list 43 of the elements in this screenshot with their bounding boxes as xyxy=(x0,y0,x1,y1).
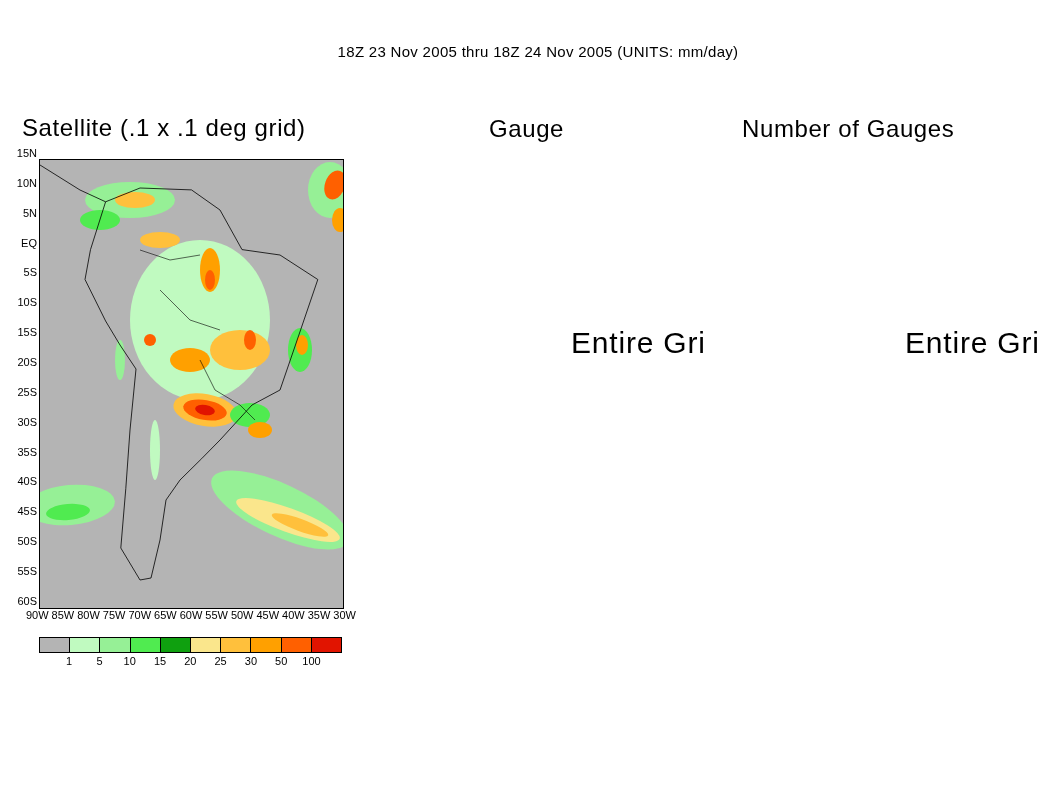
longitude-label: 30W xyxy=(333,609,356,621)
longitude-label: 80W xyxy=(77,609,100,621)
no-data-message: Entire Gri xyxy=(905,326,1041,360)
longitude-label: 70W xyxy=(128,609,152,621)
legend-value-label: 30 xyxy=(243,655,259,667)
latitude-label: 5S xyxy=(23,266,37,279)
longitude-label: 60W xyxy=(179,609,203,621)
latitude-label: 35S xyxy=(17,445,37,458)
panel-title: Satellite (.1 x .1 deg grid) xyxy=(22,115,306,141)
latitude-label: 40S xyxy=(17,475,37,488)
latitude-label: 25S xyxy=(17,385,37,398)
latitude-label: 60S xyxy=(17,594,37,607)
latitude-label: 15S xyxy=(17,326,37,339)
latitude-label: 5N xyxy=(22,206,37,219)
longitude-label: 40W xyxy=(282,609,305,621)
latitude-label: 15N xyxy=(16,147,37,159)
longitude-label: 45W xyxy=(256,609,280,621)
longitude-label: 65W xyxy=(154,609,177,621)
latitude-label: 45S xyxy=(17,505,37,518)
legend-value-label: 100 xyxy=(301,655,322,667)
latitude-label: 55S xyxy=(17,565,37,578)
latitude-label: 10S xyxy=(17,296,37,309)
legend-value-label: 25 xyxy=(213,655,228,667)
longitude-label: 75W xyxy=(102,609,126,621)
legend-value-label: 15 xyxy=(152,655,168,667)
longitude-label: 90W xyxy=(26,609,49,621)
latitude-label: EQ xyxy=(21,236,37,249)
latitude-label: 10N xyxy=(16,176,37,189)
legend-value-label: 5 xyxy=(95,655,104,667)
plot-title: 18Z 23 Nov 2005 thru 18Z 24 Nov 2005 (UNITS: mm/day) xyxy=(336,43,739,60)
panel-title: Gauge xyxy=(489,115,565,143)
longitude-label: 55W xyxy=(205,609,228,621)
longitude-label: 50W xyxy=(230,609,254,621)
latitude-label: 50S xyxy=(17,535,37,548)
legend-value-label: 20 xyxy=(183,655,198,667)
longitude-label: 85W xyxy=(51,609,75,621)
latitude-label: 20S xyxy=(17,356,37,368)
legend-value-label: 50 xyxy=(274,655,289,667)
longitude-label: 35W xyxy=(307,609,331,621)
panel-title: Number of Gauges xyxy=(742,115,955,143)
legend-value-label: 1 xyxy=(65,655,74,667)
legend-value-label: 10 xyxy=(122,655,137,667)
latitude-label: 30S xyxy=(17,415,37,428)
